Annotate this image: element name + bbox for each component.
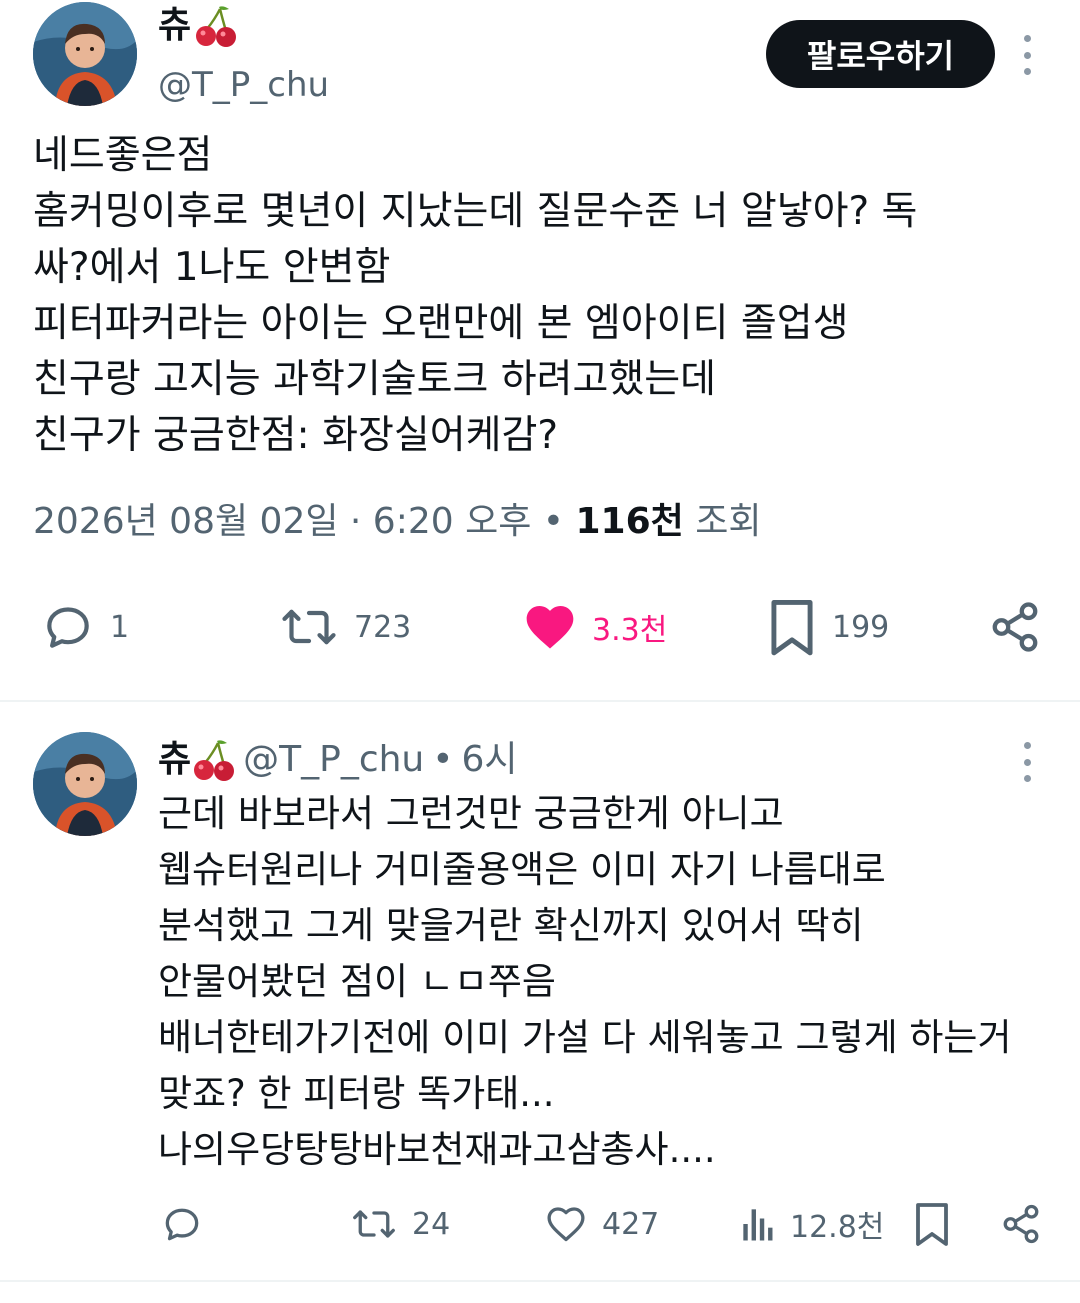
tweet-detail-page: 츄 @T_P_chu 팔로우하기 네드좋은점 홈커밍이후로 몇년이 지났는데 질… bbox=[0, 0, 1080, 1303]
retweet-button[interactable]: 24 bbox=[350, 1194, 450, 1254]
like-count: 427 bbox=[602, 1206, 660, 1242]
display-name-text: 츄 bbox=[158, 5, 192, 46]
divider bbox=[0, 1280, 1080, 1282]
reply-text-line: 배너한테가기전에 이미 가설 다 세워놓고 그렇게 하는거 bbox=[158, 1016, 1012, 1059]
more-dots-icon[interactable] bbox=[1017, 35, 1037, 75]
tweet-text-line: 친구가 궁금한점: 화장실어케감? bbox=[33, 413, 559, 458]
reply-count: 1 bbox=[110, 609, 130, 645]
reply-tweet[interactable]: 츄 @T_P_chu • 6시 근데 바보라서 그런것만 궁금한게 아니고 웹슈… bbox=[0, 702, 1080, 1292]
avatar[interactable] bbox=[33, 732, 137, 836]
tweet-text-line: 친구랑 고지능 과학기술토크 하려고했는데 bbox=[33, 357, 717, 402]
reply-text-line: 분석했고 그게 맞을거란 확신까지 있어서 딱히 bbox=[158, 904, 864, 947]
reply-text-line: 나의우당탕탕바보천재과고삼총사.... bbox=[158, 1128, 716, 1171]
bookmark-count: 199 bbox=[832, 609, 890, 645]
reply-text-line: 맞죠? 한 피터랑 똑가태... bbox=[158, 1072, 555, 1115]
reply-text-line: 근데 바보라서 그런것만 궁금한게 아니고 bbox=[158, 792, 784, 835]
tweet-text: 네드좋은점 홈커밍이후로 몇년이 지났는데 질문수준 너 알낳아? 독 싸?에서… bbox=[33, 128, 1043, 464]
share-icon bbox=[1003, 1204, 1039, 1244]
retweet-count: 24 bbox=[412, 1206, 451, 1242]
heart-filled-icon bbox=[526, 606, 574, 649]
tweet-text-line: 싸?에서 1나도 안변함 bbox=[33, 245, 391, 290]
follow-button[interactable]: 팔로우하기 bbox=[766, 20, 995, 88]
views-button[interactable]: 12.8천 bbox=[740, 1194, 884, 1254]
tweet-text-line: 피터파커라는 아이는 오랜만에 본 엠아이티 졸업생 bbox=[33, 301, 849, 346]
bookmark-icon bbox=[771, 600, 813, 656]
tweet-action-bar: 1 723 3.3천 199 bbox=[0, 590, 1080, 664]
like-count: 3.3천 bbox=[592, 613, 668, 648]
cherry-emoji-icon bbox=[193, 3, 239, 49]
like-button[interactable]: 3.3천 bbox=[522, 590, 667, 664]
retweet-icon bbox=[282, 609, 336, 645]
views-count: 116천 bbox=[575, 501, 684, 542]
reply-icon bbox=[165, 1208, 199, 1241]
views-count: 12.8천 bbox=[790, 1210, 885, 1245]
share-button[interactable] bbox=[1000, 1194, 1042, 1254]
tweet-text-line: 홈커밍이후로 몇년이 지났는데 질문수준 너 알낳아? 독 bbox=[33, 189, 918, 234]
more-dots-icon[interactable] bbox=[1017, 742, 1037, 782]
avatar[interactable] bbox=[33, 2, 137, 106]
reply-time[interactable]: 6시 bbox=[461, 734, 517, 786]
display-name[interactable]: 츄 bbox=[158, 0, 239, 52]
bookmark-icon bbox=[916, 1203, 948, 1246]
retweet-icon bbox=[353, 1210, 395, 1238]
user-handle[interactable]: @T_P_chu bbox=[243, 734, 424, 786]
tweet-timestamp[interactable]: 2026년 08월 02일 · 6:20 오후 bbox=[33, 501, 531, 542]
bookmark-button[interactable] bbox=[912, 1194, 952, 1254]
reply-header: 츄 @T_P_chu • 6시 bbox=[158, 734, 518, 786]
main-tweet: 츄 @T_P_chu 팔로우하기 네드좋은점 홈커밍이후로 몇년이 지났는데 질… bbox=[0, 0, 1080, 700]
views-chart-icon bbox=[743, 1209, 773, 1241]
tweet-text-line: 네드좋은점 bbox=[33, 133, 213, 178]
reply-button[interactable] bbox=[160, 1194, 204, 1254]
cherry-emoji-icon bbox=[191, 737, 237, 783]
reply-text-line: 안물어봤던 점이 ㄴㅁ쭈음 bbox=[158, 960, 556, 1003]
like-button[interactable]: 427 bbox=[544, 1194, 659, 1254]
retweet-button[interactable]: 723 bbox=[278, 590, 411, 664]
reply-text: 근데 바보라서 그런것만 궁금한게 아니고 웹슈터원리나 거미줄용액은 이미 자… bbox=[158, 786, 1058, 1178]
display-name[interactable]: 츄 bbox=[158, 734, 191, 786]
reply-text-line: 웹슈터원리나 거미줄용액은 이미 자기 나름대로 bbox=[158, 848, 886, 891]
user-handle[interactable]: @T_P_chu bbox=[158, 60, 329, 110]
reply-button[interactable]: 1 bbox=[40, 590, 129, 664]
views-label: 조회 bbox=[683, 501, 762, 542]
share-button[interactable] bbox=[988, 590, 1042, 664]
retweet-count: 723 bbox=[354, 609, 412, 645]
share-icon bbox=[992, 602, 1038, 652]
reply-icon bbox=[47, 607, 89, 648]
reply-action-bar: 24 427 12.8천 bbox=[0, 1194, 1080, 1254]
tweet-meta: 2026년 08월 02일 · 6:20 오후 • 116천 조회 bbox=[33, 496, 761, 548]
meta-separator: • bbox=[531, 501, 576, 542]
bookmark-button[interactable]: 199 bbox=[766, 590, 889, 664]
header-dot: • bbox=[432, 739, 454, 780]
heart-outline-icon bbox=[547, 1207, 585, 1242]
